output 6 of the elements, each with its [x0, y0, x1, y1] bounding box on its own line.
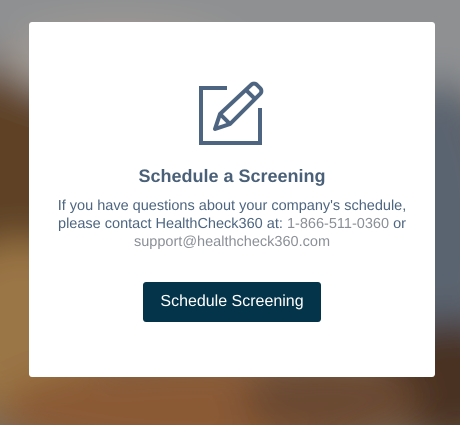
dialog-title: Schedule a Screening — [138, 165, 326, 187]
contact-message: If you have questions about your company's schedule, please contact HealthCheck360 at: 1-866-511-0360 or support@healthcheck360.com — [56, 197, 408, 251]
edit-icon — [199, 79, 265, 145]
schedule-screening-button[interactable]: Schedule Screening — [143, 282, 321, 322]
phone-link[interactable]: 1-866-511-0360 — [286, 216, 390, 232]
email-link[interactable]: support@healthcheck360.com — [134, 234, 330, 250]
